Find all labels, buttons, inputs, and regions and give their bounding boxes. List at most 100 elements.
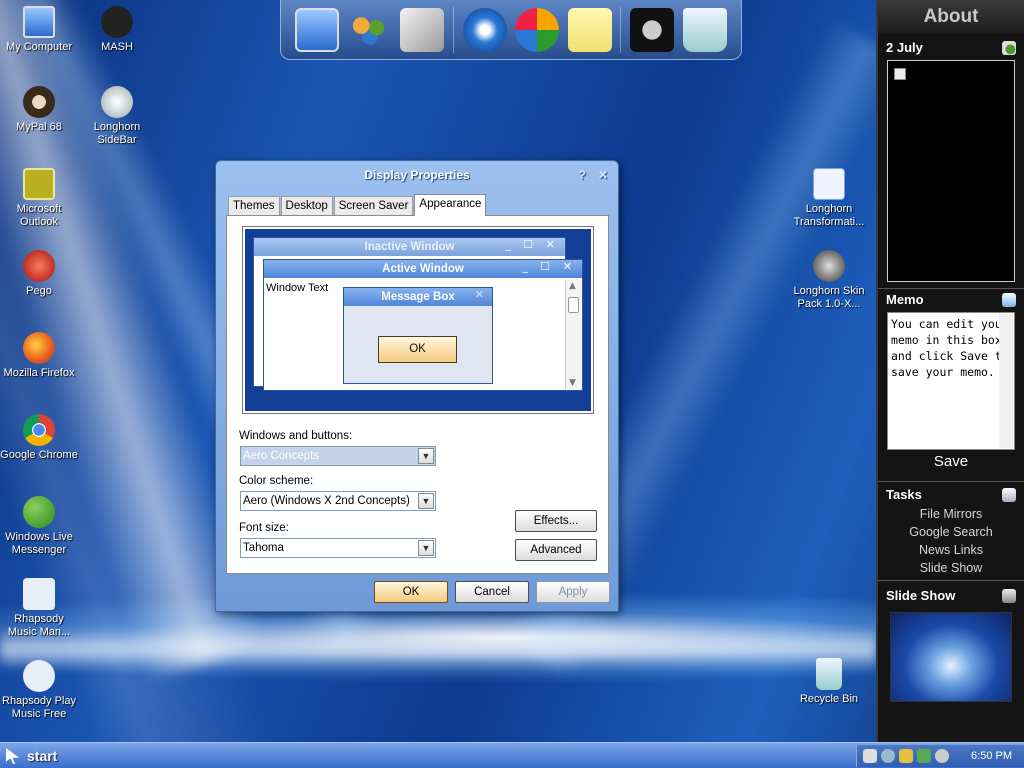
rhapsody-play-icon: [23, 660, 55, 692]
desktop-icon-label: Windows Live Messenger: [5, 531, 73, 556]
messenger-tray-icon[interactable]: [917, 749, 931, 763]
windows-buttons-select[interactable]: Aero Concepts ▼: [240, 446, 436, 466]
dock-separator: [620, 6, 622, 53]
memo-textarea[interactable]: You can edit your memo in this box and c…: [887, 312, 1015, 450]
effects-button[interactable]: Effects...: [515, 510, 597, 532]
save-button[interactable]: Save: [878, 453, 1024, 473]
color-scheme-select[interactable]: Aero (Windows X 2nd Concepts) ▼: [240, 491, 436, 511]
desktop-icon-label: My Computer: [5, 41, 73, 53]
network-icon[interactable]: [881, 749, 895, 763]
media-player-icon[interactable]: [515, 7, 560, 52]
inactive-window-title: Inactive Window: [254, 238, 565, 256]
dock-separator: [453, 6, 455, 53]
outlook-icon: [23, 168, 55, 200]
calendar-date: 2 July: [886, 40, 923, 55]
task-item-file-mirrors[interactable]: File Mirrors: [878, 505, 1024, 523]
appearance-preview: Inactive Window _ ☐ ✕ Active Window _ ☐ …: [242, 226, 594, 414]
start-button[interactable]: start: [6, 746, 57, 766]
memo-icon[interactable]: [1002, 293, 1016, 307]
apply-button[interactable]: Apply: [536, 581, 610, 603]
desktop-icon-messenger[interactable]: Windows Live Messenger: [0, 496, 78, 557]
desktop-icon-label: Longhorn SideBar: [93, 121, 141, 146]
chevron-down-icon[interactable]: ▼: [418, 448, 434, 464]
maximize-icon: ☐: [540, 260, 550, 273]
desktop-icon-longhorn-sidebar[interactable]: Longhorn SideBar: [78, 86, 156, 147]
tab-screen-saver[interactable]: Screen Saver: [333, 196, 414, 216]
ok-button[interactable]: OK: [374, 581, 448, 603]
mash-icon: [101, 6, 133, 38]
desktop-icon-label: Longhorn Skin Pack 1.0-X...: [793, 285, 865, 310]
sidebar-title: About: [878, 0, 1024, 34]
mypal-icon: [23, 86, 55, 118]
help-button[interactable]: ?: [579, 161, 586, 190]
font-size-select[interactable]: Tahoma ▼: [240, 538, 436, 558]
recycle-bin-icon[interactable]: [682, 7, 727, 52]
desktop-icon-longhorn-skin-pack[interactable]: Longhorn Skin Pack 1.0-X...: [790, 250, 868, 311]
desktop-icon-firefox[interactable]: Mozilla Firefox: [0, 332, 78, 380]
desktop-icon-pego[interactable]: Pego: [0, 250, 78, 298]
desktop-icon-outlook[interactable]: Microsoft Outlook: [0, 168, 78, 229]
task-item-slide-show[interactable]: Slide Show: [878, 559, 1024, 577]
memo-scrollbar[interactable]: [999, 314, 1013, 448]
minimize-icon: _: [522, 260, 529, 273]
preview-background: Inactive Window _ ☐ ✕ Active Window _ ☐ …: [245, 229, 591, 411]
sidebar-divider: [878, 481, 1024, 482]
task-item-news-links[interactable]: News Links: [878, 541, 1024, 559]
scroll-down-icon: ▼: [569, 378, 576, 388]
sticky-note-icon[interactable]: [567, 7, 612, 52]
tab-appearance[interactable]: Appearance: [414, 194, 487, 216]
longhorn-sidebar: About 2 July Memo You can edit your memo…: [876, 0, 1024, 742]
users-icon[interactable]: [347, 7, 392, 52]
desktop-icon-label: Mozilla Firefox: [3, 367, 75, 379]
desktop-icon-my-computer[interactable]: My Computer: [0, 6, 78, 54]
desktop-icon-label: Microsoft Outlook: [16, 203, 62, 228]
close-button[interactable]: ✕: [598, 161, 608, 190]
desktop-icon-rhapsody[interactable]: Rhapsody Music Man...: [0, 578, 78, 639]
desktop-icon-mash[interactable]: MASH: [78, 6, 156, 54]
keyboard-icon[interactable]: [863, 749, 877, 763]
scanner-icon[interactable]: [400, 7, 445, 52]
dialog-title-bar[interactable]: Display Properties ? ✕: [216, 161, 618, 190]
sidebar-divider: [878, 580, 1024, 581]
message-box-title: Message Box: [344, 288, 492, 306]
cancel-button[interactable]: Cancel: [455, 581, 529, 603]
desktop-icon-chrome[interactable]: Google Chrome: [0, 414, 78, 462]
internet-explorer-icon[interactable]: [462, 7, 507, 52]
firefox-icon: [23, 332, 55, 364]
chevron-down-icon[interactable]: ▼: [418, 493, 434, 509]
chrome-icon: [23, 414, 55, 446]
start-label: start: [27, 748, 58, 764]
desktop-icon-label: Rhapsody Music Man...: [7, 613, 71, 638]
desktop-icon-recycle-bin[interactable]: Recycle Bin: [790, 658, 868, 706]
desktop-icon-rhapsody-play[interactable]: Rhapsody Play Music Free: [0, 660, 78, 721]
my-computer-icon: [23, 6, 55, 38]
memo-text: You can edit your memo in this box and c…: [891, 317, 1009, 379]
security-icon[interactable]: [899, 749, 913, 763]
task-item-google-search[interactable]: Google Search: [878, 523, 1024, 541]
font-size-label: Font size:: [239, 522, 289, 534]
desktop-icon-label: Pego: [26, 285, 52, 297]
active-window-title: Active Window: [264, 260, 582, 278]
tab-themes[interactable]: Themes: [228, 196, 280, 216]
advanced-button[interactable]: Advanced: [515, 539, 597, 561]
color-scheme-label: Color scheme:: [239, 475, 314, 487]
tasks-header: Tasks: [878, 484, 1024, 505]
volume-icon[interactable]: [935, 749, 949, 763]
my-computer-icon[interactable]: [295, 7, 340, 52]
clock[interactable]: 6:50 PM: [971, 750, 1012, 762]
tasks-icon[interactable]: [1002, 488, 1016, 502]
desktop-icon-longhorn-transformation[interactable]: Longhorn Transformati...: [790, 168, 868, 229]
system-tray: 6:50 PM: [856, 745, 1024, 767]
calendar-panel: [887, 60, 1015, 282]
slideshow-image[interactable]: [890, 612, 1012, 702]
chevron-down-icon[interactable]: ▼: [418, 540, 434, 556]
calendar-header: 2 July: [878, 37, 1024, 58]
settings-icon[interactable]: [630, 7, 675, 52]
tab-desktop[interactable]: Desktop: [280, 196, 333, 216]
rhapsody-icon: [23, 578, 55, 610]
preview-scrollbar: ▲ ▼: [565, 280, 581, 389]
desktop-icon-mypal[interactable]: MyPal 68: [0, 86, 78, 134]
slideshow-icon[interactable]: [1002, 589, 1016, 603]
display-properties-dialog: Display Properties ? ✕ Themes Desktop Sc…: [215, 160, 619, 612]
refresh-icon[interactable]: [1002, 41, 1016, 55]
